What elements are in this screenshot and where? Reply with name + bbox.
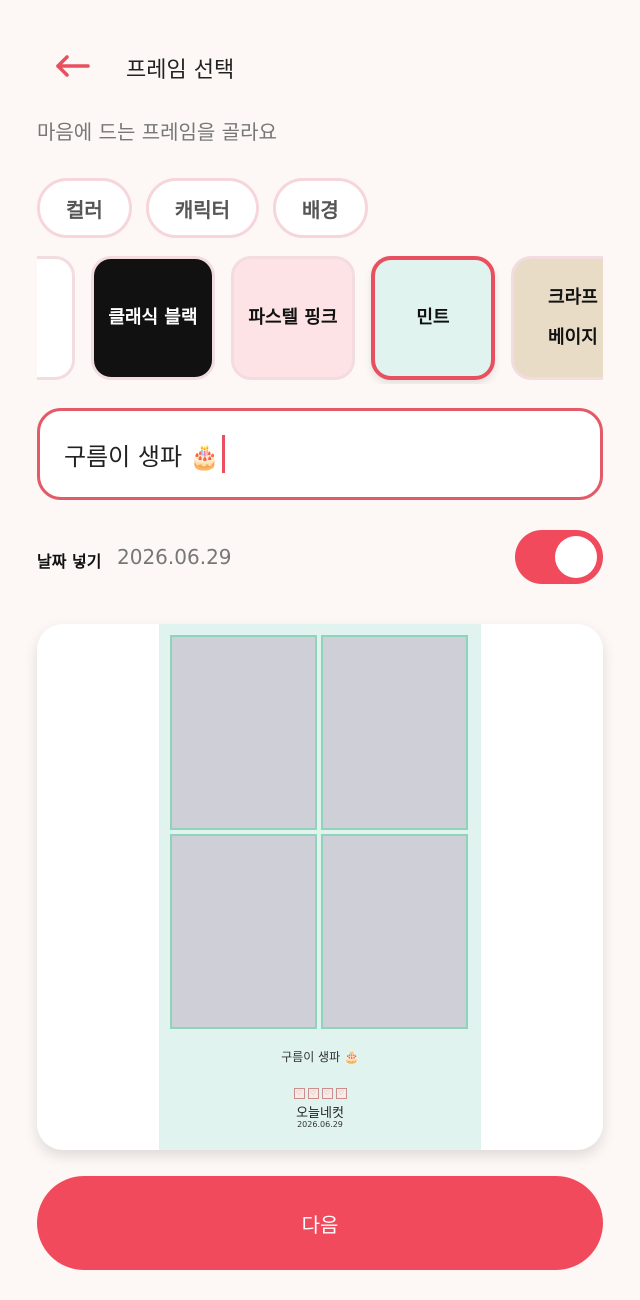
date-row: 날짜 넣기 2026.06.29 <box>37 530 603 584</box>
swatch-label: 클래식 블랙 <box>108 307 198 328</box>
next-button[interactable]: 다음 <box>37 1176 603 1270</box>
tab-background[interactable]: 배경 <box>273 178 368 238</box>
header: 프레임 선택 <box>0 40 640 94</box>
swatch-kraft-beige[interactable]: 크라프 베이지 <box>511 256 603 380</box>
frame-date: 2026.06.29 <box>297 1120 343 1129</box>
frame-preview-card: 구름이 생파 🎂 ♡ ♡ ♡ ♡ 오늘네컷 2026.06.29 <box>37 624 603 1150</box>
swatch-label: 크라프 베이지 <box>548 287 598 348</box>
tab-character[interactable]: 캐릭터 <box>145 178 260 238</box>
frame-brand: 오늘네컷 <box>296 1106 344 1121</box>
date-toggle-label: 날짜 넣기 <box>37 552 102 571</box>
preview-photo <box>170 635 317 830</box>
heart-icon: ♡ <box>335 1088 347 1099</box>
date-toggle[interactable] <box>515 530 603 584</box>
swatch-mint[interactable]: 민트 <box>371 256 495 380</box>
date-value: 2026.06.29 <box>117 545 232 569</box>
swatch-pastel-pink[interactable]: 파스텔 핑크 <box>231 256 355 380</box>
frame-hearts: ♡ ♡ ♡ ♡ <box>159 1088 481 1099</box>
frame-preview: 구름이 생파 🎂 ♡ ♡ ♡ ♡ 오늘네컷 2026.06.29 <box>159 624 481 1150</box>
heart-icon: ♡ <box>321 1088 333 1099</box>
swatch-label: 민트 <box>416 307 450 328</box>
swatch-classic-white[interactable]: 식트 <box>37 256 75 380</box>
heart-icon: ♡ <box>293 1088 305 1099</box>
swatch-label: 파스텔 핑크 <box>248 307 338 328</box>
tab-color[interactable]: 컬러 <box>37 178 132 238</box>
arrow-left-icon <box>56 55 90 77</box>
frame-color-carousel[interactable]: 식트 클래식 블랙 파스텔 핑크 민트 크라프베이지 <box>37 256 603 384</box>
frame-title-value: 구름이 생파 🎂 <box>64 442 220 471</box>
preview-photo <box>170 834 317 1029</box>
frame-caption: 구름이 생파 🎂 <box>281 1050 359 1064</box>
text-caret <box>221 435 225 473</box>
toggle-knob <box>555 536 597 578</box>
frame-title-input[interactable]: 구름이 생파 🎂 <box>37 408 603 500</box>
preview-photo <box>321 635 468 830</box>
category-tabs: 컬러 캐릭터 배경 <box>37 178 368 238</box>
page-title: 프레임 선택 <box>126 58 235 83</box>
page-subtitle: 마음에 드는 프레임을 골라요 <box>37 120 277 144</box>
preview-photo <box>321 834 468 1029</box>
swatch-classic-black[interactable]: 클래식 블랙 <box>91 256 215 380</box>
heart-icon: ♡ <box>307 1088 319 1099</box>
back-button[interactable] <box>52 48 92 84</box>
